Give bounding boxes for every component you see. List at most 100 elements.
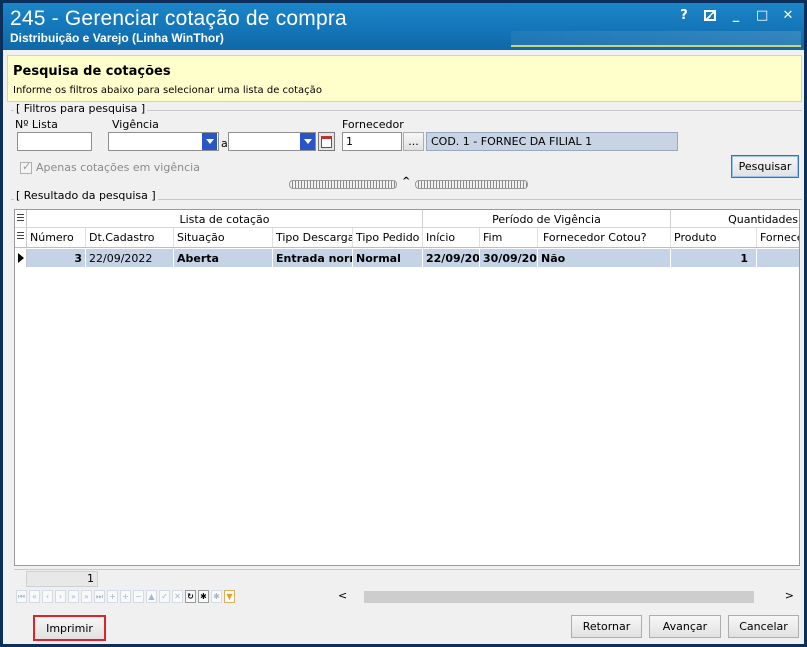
title-bar[interactable]: 245 - Gerenciar cotação de compra Distri… [3, 3, 804, 50]
scroll-left-icon[interactable]: < [338, 589, 347, 602]
header-indicator [15, 228, 27, 247]
maximize-button[interactable]: □ [756, 8, 768, 25]
grid-menu-icon[interactable] [17, 214, 24, 223]
col-inicio[interactable]: Início [423, 228, 480, 247]
band-lista-cotacao: Lista de cotação [27, 210, 423, 227]
window-subtitle: Distribuição e Varejo (Linha WinThor) [10, 31, 224, 45]
cell-fim[interactable]: 30/09/20 [480, 249, 538, 267]
only-active-label: Apenas cotações em vigência [36, 161, 200, 174]
nav-bookmark-icon[interactable]: ✱ [198, 590, 209, 603]
col-tipo-pedido[interactable]: Tipo Pedido [353, 228, 423, 247]
app-window: 245 - Gerenciar cotação de compra Distri… [0, 0, 807, 647]
nav-post-icon[interactable]: ✓ [159, 590, 170, 603]
window-controls: ? _ □ ✕ [678, 8, 794, 25]
results-group-label: [ Resultado da pesquisa ] [14, 189, 158, 202]
grid-column-header: Número Dt.Cadastro Situação Tipo Descarg… [15, 228, 799, 248]
col-tipo-descarga[interactable]: Tipo Descarga [273, 228, 353, 247]
window-title: 245 - Gerenciar cotação de compra [10, 7, 347, 30]
cell-fornecedor-cotou[interactable]: Não [538, 249, 671, 267]
fornecedor-label: Fornecedor [342, 118, 404, 131]
only-active-checkbox[interactable]: Apenas cotações em vigência [20, 160, 200, 174]
back-label: Retornar [582, 620, 631, 633]
cancel-button[interactable]: Cancelar [728, 615, 799, 638]
page-title: Pesquisa de cotações [13, 64, 171, 79]
cell-inicio[interactable]: 22/09/20 [423, 249, 480, 267]
calendar-button[interactable] [318, 132, 335, 151]
nav-last-icon[interactable]: ⏭ [94, 590, 105, 603]
col-produto[interactable]: Produto [671, 228, 757, 247]
num-lista-input[interactable] [17, 132, 92, 151]
col-fornecedor-cotou[interactable]: Fornecedor Cotou? [538, 228, 671, 247]
splitter-right[interactable] [415, 180, 528, 189]
cell-tipo-descarga[interactable]: Entrada norm [273, 249, 353, 267]
col-numero[interactable]: Número [27, 228, 86, 247]
cell-dt-cadastro[interactable]: 22/09/2022 [86, 249, 174, 267]
num-lista-label: Nº Lista [15, 118, 58, 131]
nav-next-icon[interactable]: › [55, 590, 66, 603]
next-label: Avançar [662, 620, 708, 633]
column-chooser-icon[interactable] [17, 232, 24, 241]
fornecedor-name-field: COD. 1 - FORNEC DA FILIAL 1 [426, 132, 678, 151]
restore-icon [704, 10, 716, 21]
help-button[interactable]: ? [678, 8, 690, 25]
record-count: 1 [26, 571, 98, 587]
grid-footer: 1 [14, 569, 800, 587]
row-indicator [15, 249, 27, 267]
vigencia-label: Vigência [112, 118, 159, 131]
splitter-left[interactable] [289, 180, 397, 189]
cancel-label: Cancelar [739, 620, 788, 633]
band-periodo-vigencia: Período de Vigência [423, 210, 671, 227]
vigencia-from-dropdown-icon[interactable] [202, 133, 217, 150]
cell-produto[interactable]: 1 [671, 249, 757, 267]
restore-button[interactable] [704, 8, 716, 25]
cell-tipo-pedido[interactable]: Normal [353, 249, 423, 267]
info-panel: Pesquisa de cotações Informe os filtros … [7, 55, 802, 102]
col-situacao[interactable]: Situação [174, 228, 273, 247]
results-grid[interactable]: Lista de cotação Período de Vigência Qua… [14, 209, 800, 566]
nav-refresh-icon[interactable]: ↻ [185, 590, 196, 603]
fornecedor-lookup-button[interactable]: ... [403, 132, 424, 151]
minimize-button[interactable]: _ [730, 8, 742, 25]
calendar-icon [321, 135, 332, 148]
filters-group-label: [ Filtros para pesquisa ] [14, 102, 148, 115]
col-dt-cadastro[interactable]: Dt.Cadastro [86, 228, 174, 247]
nav-insert-icon[interactable]: + [107, 590, 118, 603]
fornecedor-code-input[interactable]: 1 [342, 132, 402, 151]
cell-numero[interactable]: 3 [27, 249, 86, 267]
cell-fornecedor[interactable] [757, 249, 799, 267]
nav-next-page-icon[interactable]: » [68, 590, 79, 603]
nav-prev-icon[interactable]: ‹ [42, 590, 53, 603]
nav-prev-page-icon[interactable]: « [29, 590, 40, 603]
nav-last-page-icon[interactable]: » [81, 590, 92, 603]
table-row[interactable]: 3 22/09/2022 Aberta Entrada norm Normal … [15, 249, 799, 267]
nav-goto-bookmark-icon[interactable]: ✱ [211, 590, 222, 603]
nav-edit-icon[interactable]: ▲ [146, 590, 157, 603]
close-button[interactable]: ✕ [782, 8, 794, 25]
horizontal-scrollbar[interactable]: < > [334, 589, 800, 605]
search-button[interactable]: Pesquisar [731, 155, 799, 178]
grid-navigator: ⏮ « ‹ › » » ⏭ + + − ▲ ✓ ✕ ↻ ✱ ✱ ▼ < > [14, 588, 800, 606]
nav-delete-icon[interactable]: − [133, 590, 144, 603]
title-decoration [511, 31, 801, 47]
collapse-caret-icon[interactable]: ^ [402, 176, 410, 187]
nav-append-icon[interactable]: + [120, 590, 131, 603]
next-button[interactable]: Avançar [649, 615, 721, 638]
page-description: Informe os filtros abaixo para seleciona… [13, 85, 322, 96]
col-fim[interactable]: Fim [480, 228, 538, 247]
nav-first-icon[interactable]: ⏮ [16, 590, 27, 603]
vigencia-to-dropdown-icon[interactable] [300, 133, 315, 150]
print-button[interactable]: Imprimir [34, 616, 105, 640]
vigencia-separator: a [221, 137, 228, 150]
scroll-thumb[interactable] [364, 591, 754, 603]
cell-situacao[interactable]: Aberta [174, 249, 273, 267]
nav-cancel-icon[interactable]: ✕ [172, 590, 183, 603]
band-indicator [15, 210, 27, 227]
nav-filter-icon[interactable]: ▼ [224, 590, 235, 603]
grid-band-header: Lista de cotação Período de Vigência Qua… [15, 210, 799, 228]
col-fornecedor[interactable]: Fornecedor [757, 228, 799, 247]
current-row-pointer-icon [18, 253, 24, 263]
band-quantidades: Quantidades [671, 210, 799, 227]
back-button[interactable]: Retornar [571, 615, 642, 638]
scroll-right-icon[interactable]: > [785, 589, 794, 602]
checkbox-icon[interactable] [20, 160, 32, 174]
